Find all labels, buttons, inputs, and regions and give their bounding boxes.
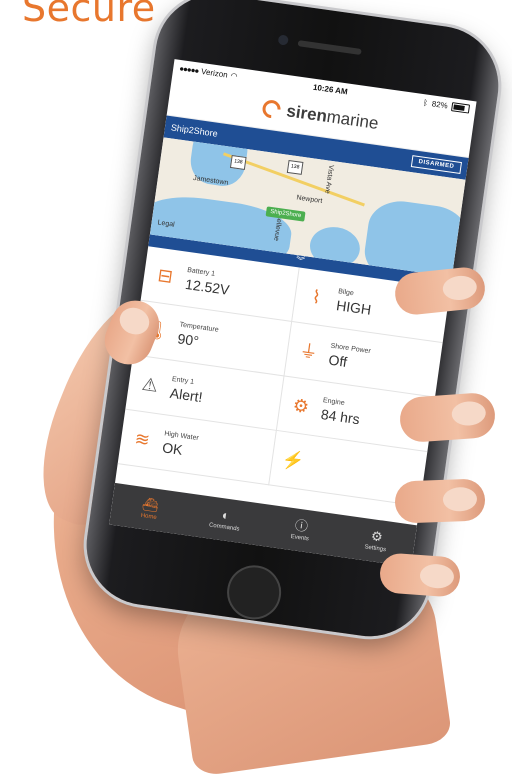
engine-icon: ⚙ (291, 395, 311, 418)
carrier-label: Verizon (200, 66, 229, 80)
battery-status-icon (451, 101, 471, 114)
finger (393, 265, 487, 317)
arm-status-button[interactable]: DISARMED (410, 155, 462, 174)
route-shield: 138 (286, 159, 304, 175)
finger (398, 391, 497, 444)
chevron-down-icon: ︾ (295, 254, 306, 267)
boat-icon: ⛴ (141, 495, 160, 514)
status-time: 10:26 AM (312, 82, 349, 96)
battery-percent: 82% (431, 98, 449, 111)
home-button[interactable] (223, 561, 285, 623)
vessel-name: Ship2Shore (170, 122, 219, 139)
front-camera (277, 34, 289, 46)
warning-icon: ⚠ (140, 373, 160, 396)
map-label-vista: Vista Ave (323, 164, 335, 195)
finger (394, 478, 486, 524)
toggle-icon: ◐ (220, 507, 231, 524)
signal-icon: ●●●●● (178, 63, 199, 75)
water-level-icon: ≋ (133, 428, 152, 451)
headline: Secure (22, 0, 156, 30)
tab-commands[interactable]: ◐ Commands (185, 494, 266, 546)
bluetooth-icon: ᛒ (422, 97, 429, 108)
finger (378, 552, 462, 598)
tab-home[interactable]: ⛴ Home (109, 483, 190, 535)
battery-icon: ⊟ (156, 264, 175, 287)
app-logo: sirenmarine (285, 101, 380, 133)
gear-icon: ⚙ (370, 528, 384, 545)
tab-events[interactable]: ⓘ Events (260, 504, 341, 556)
add-sensor-icon: ⚡ (280, 449, 306, 472)
wifi-icon: ◠ (230, 70, 239, 81)
siren-logo-icon (259, 96, 285, 122)
earpiece-speaker (297, 40, 362, 55)
map-label-newport: Newport (295, 194, 323, 205)
bilge-pump-icon: ⌇ (310, 286, 323, 308)
plug-icon: ⏚ (298, 340, 319, 363)
alert-circle-icon: ⓘ (293, 517, 309, 535)
route-shield: 138 (229, 154, 247, 170)
